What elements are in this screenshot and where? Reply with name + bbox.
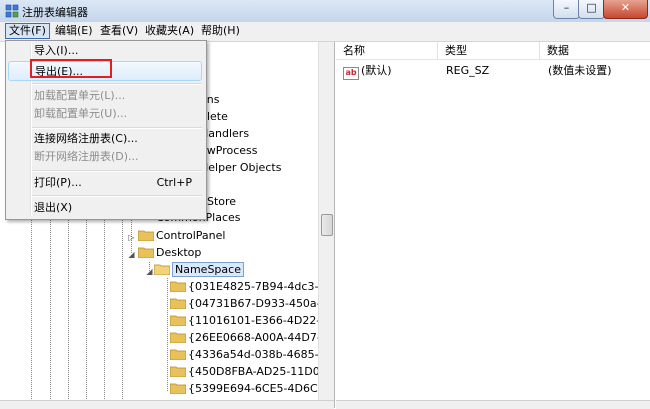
tree-item-label: Desktop [156, 246, 202, 259]
collapse-arrow-icon[interactable]: ◢ [127, 250, 136, 259]
tree-item-label: {031E4825-7B94-4dc3-B13 [188, 280, 335, 293]
tree-item-label: {04731B67-D933-450a-90E [188, 297, 335, 310]
menu-item-print[interactable]: 打印(P)... Ctrl+P [8, 173, 202, 193]
tree-item-label: {11016101-E366-4D22-BC0 [188, 314, 335, 327]
folder-open-icon [138, 247, 154, 258]
tree-item[interactable]: {5399E694-6CE5-4D6C-8FC [170, 381, 335, 397]
collapse-arrow-icon[interactable]: ◢ [145, 267, 154, 276]
tree-item[interactable]: {26EE0668-A00A-44D7-937 [170, 330, 335, 346]
tree-item-label: {26EE0668-A00A-44D7-937 [188, 331, 335, 344]
folder-icon [170, 383, 186, 394]
value-row-data: (数值未设置) [548, 64, 612, 77]
menu-file[interactable]: 文件(F) [5, 23, 50, 39]
value-row-type: REG_SZ [446, 64, 490, 77]
minimize-button[interactable]: – [553, 0, 580, 19]
tree-item[interactable]: {11016101-E366-4D22-BC0 [170, 313, 335, 329]
tree-item[interactable]: Helper Objects [200, 160, 281, 176]
menu-item-disconnect-network: 断开网络注册表(D)... [8, 147, 202, 167]
maximize-icon: □ [586, 1, 597, 14]
menu-item-unload-hive: 卸载配置单元(U)... [8, 104, 202, 124]
tree-item-label: ControlPanel [156, 229, 226, 242]
tree-item[interactable]: {4336a54d-038b-4685-ab0 [170, 347, 335, 363]
menu-item-load-hive: 加载配置单元(L)... [8, 86, 202, 106]
tree-item[interactable]: {031E4825-7B94-4dc3-B13 [170, 279, 335, 295]
column-header-type[interactable]: 类型 [438, 42, 540, 59]
value-name: (默认) [361, 64, 392, 77]
folder-icon [170, 332, 186, 343]
tree-item[interactable]: Handlers [200, 126, 249, 142]
folder-open-icon [154, 264, 170, 275]
menu-separator [32, 195, 202, 197]
tree-item-namespace[interactable]: NameSpace [154, 262, 244, 278]
menu-item-label: 退出(X) [34, 201, 73, 214]
values-pane[interactable]: 名称 类型 数据 ab (默认) REG_SZ (数值未设置) [336, 42, 650, 400]
close-button[interactable]: ✕ [603, 0, 648, 19]
tree-item[interactable]: {04731B67-D933-450a-90E [170, 296, 335, 312]
tree-item-label: {450D8FBA-AD25-11D0-98 [188, 365, 335, 378]
menu-bar: 文件(F) 编辑(E) 查看(V) 收藏夹(A) 帮助(H) [0, 22, 650, 42]
menu-item-label: 打印(P)... [34, 176, 82, 189]
menu-help[interactable]: 帮助(H) [198, 24, 243, 38]
menu-separator [32, 170, 202, 172]
menu-separator [32, 83, 202, 85]
value-row-name[interactable]: ab (默认) [343, 63, 392, 80]
folder-icon [170, 366, 186, 377]
column-header-name[interactable]: 名称 [336, 42, 438, 59]
tree-item-label: {5399E694-6CE5-4D6C-8FC [188, 382, 335, 395]
maximize-button[interactable]: □ [578, 0, 605, 19]
expand-arrow-icon[interactable]: ▷ [127, 233, 136, 242]
tree-item-label: {4336a54d-038b-4685-ab0 [188, 348, 335, 361]
folder-icon [170, 349, 186, 360]
folder-icon [170, 281, 186, 292]
menu-item-shortcut: Ctrl+P [156, 176, 192, 189]
scrollbar-thumb[interactable] [321, 214, 333, 236]
close-icon: ✕ [620, 1, 631, 14]
column-header-data[interactable]: 数据 [540, 42, 650, 59]
menu-item-label: 加载配置单元(L)... [34, 89, 126, 102]
menu-item-label: 导入(I)... [34, 44, 79, 57]
folder-icon [138, 230, 154, 241]
menu-item-label: 卸载配置单元(U)... [34, 107, 128, 120]
tree-item-controlpanel[interactable]: ControlPanel [138, 228, 225, 244]
tree-line [167, 278, 168, 392]
menu-item-exit[interactable]: 退出(X) [8, 198, 202, 218]
title-bar: 注册表编辑器 – □ ✕ [0, 0, 650, 23]
tree-vertical-scrollbar[interactable] [318, 42, 334, 400]
highlight-box [30, 59, 112, 78]
menu-item-label: 连接网络注册表(C)... [34, 132, 138, 145]
menu-view[interactable]: 查看(V) [97, 24, 141, 38]
tree-item[interactable]: ewProcess [200, 143, 258, 159]
registry-editor-icon [5, 4, 19, 18]
minimize-icon: – [563, 1, 570, 14]
folder-icon [170, 298, 186, 309]
menu-item-label: 断开网络注册表(D)... [34, 150, 139, 163]
tree-item[interactable]: {450D8FBA-AD25-11D0-98 [170, 364, 335, 380]
menu-item-import[interactable]: 导入(I)... [8, 41, 202, 61]
string-value-icon: ab [343, 67, 359, 80]
tree-item-label-selected: NameSpace [172, 262, 244, 277]
tree-item-desktop[interactable]: Desktop [138, 245, 201, 261]
folder-icon [170, 315, 186, 326]
window-title: 注册表编辑器 [22, 6, 88, 19]
menu-favorites[interactable]: 收藏夹(A) [142, 24, 197, 38]
menu-item-connect-network[interactable]: 连接网络注册表(C)... [8, 129, 202, 149]
menu-edit[interactable]: 编辑(E) [52, 24, 96, 38]
